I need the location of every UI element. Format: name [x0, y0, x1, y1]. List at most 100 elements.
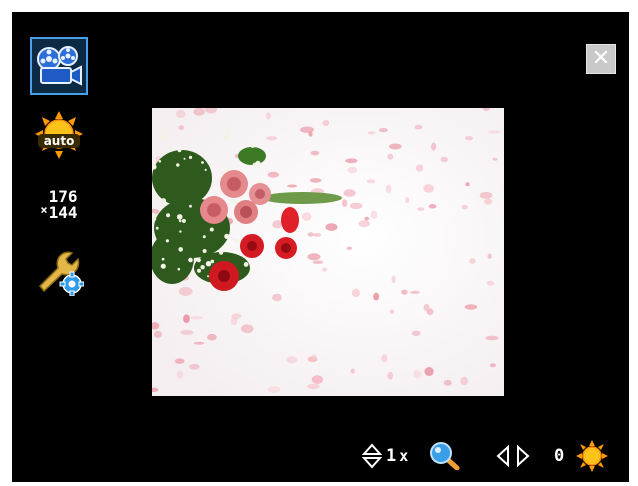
petal	[350, 368, 355, 374]
roses-and-petals-image	[152, 108, 504, 396]
babys-breath-flower	[202, 249, 207, 253]
resolution-icon: × 176 144	[40, 189, 77, 221]
petal	[417, 207, 425, 211]
babys-breath-flower	[166, 213, 171, 218]
petal	[464, 304, 478, 310]
petal	[207, 333, 217, 341]
petal	[307, 232, 314, 237]
petal	[311, 375, 324, 384]
petal	[286, 356, 298, 364]
video-mode-button[interactable]	[30, 37, 88, 95]
petal	[415, 164, 424, 172]
petal	[440, 156, 448, 163]
petal	[178, 125, 185, 131]
resolution-button[interactable]: × 176 144	[30, 176, 88, 234]
babys-breath-flower	[226, 128, 232, 134]
petal	[272, 293, 282, 302]
petal	[411, 330, 421, 337]
babys-breath-flower	[201, 149, 206, 154]
petal	[364, 216, 370, 221]
petal	[267, 171, 280, 178]
babys-breath-flower	[158, 160, 162, 163]
sun-auto-icon: auto	[35, 111, 83, 159]
petal	[461, 205, 468, 210]
petal	[387, 153, 394, 160]
white-balance-button[interactable]: auto	[30, 106, 88, 164]
petal	[485, 335, 499, 341]
sun-icon	[576, 440, 608, 472]
babys-breath-flower	[176, 163, 180, 167]
petal	[366, 179, 376, 184]
petal	[310, 150, 320, 156]
petal	[351, 288, 360, 298]
babys-breath-flower	[204, 168, 207, 171]
petal	[322, 120, 330, 126]
petal	[287, 184, 298, 188]
settings-button[interactable]	[30, 242, 88, 300]
petal	[492, 157, 498, 161]
camera-screen: auto × 176 144 ✕ 1 x 0	[12, 12, 629, 482]
petal	[347, 166, 358, 174]
previous-button[interactable]	[496, 442, 510, 470]
petal	[358, 220, 370, 228]
close-button[interactable]: ✕	[586, 44, 616, 74]
babys-breath-flower	[158, 126, 163, 131]
petal	[378, 127, 388, 133]
next-button[interactable]	[516, 442, 530, 470]
babys-breath-flower	[188, 257, 193, 263]
brightness-value: 0	[554, 446, 565, 466]
petal	[190, 316, 204, 320]
zoom-value: 1	[386, 446, 397, 466]
babys-breath-flower	[189, 204, 192, 208]
petal	[174, 358, 185, 364]
babys-breath-flower	[165, 239, 169, 243]
up-down-arrows-icon	[362, 443, 382, 469]
petal	[189, 363, 200, 370]
babys-breath-flower	[200, 265, 205, 270]
petal	[367, 131, 376, 135]
petal	[431, 142, 437, 151]
petal	[231, 313, 242, 319]
zoom-control[interactable]	[362, 442, 382, 470]
babys-breath-flower	[190, 138, 194, 143]
petal	[343, 189, 356, 197]
petal	[183, 314, 190, 323]
babys-breath-flower	[161, 135, 167, 140]
petal	[370, 210, 378, 219]
petal	[346, 246, 353, 250]
babys-breath-flower	[232, 238, 236, 241]
petal	[488, 130, 501, 134]
petal	[414, 124, 423, 130]
babys-breath-flower	[161, 257, 165, 261]
zoom-readout: 1 x	[386, 442, 408, 470]
babys-breath-flower	[176, 214, 183, 220]
petal	[307, 253, 321, 261]
petal	[487, 253, 492, 259]
babys-breath-flower	[178, 247, 183, 252]
magnifier-button[interactable]	[430, 442, 460, 470]
petal	[479, 191, 493, 199]
status-bar: 1 x 0	[362, 440, 622, 472]
petal	[410, 290, 420, 294]
babys-breath-flower	[252, 270, 255, 273]
petal	[302, 212, 312, 221]
petal	[387, 371, 394, 380]
petal	[489, 363, 496, 368]
babys-breath-flower	[223, 134, 229, 140]
babys-breath-flower	[207, 275, 209, 278]
babys-breath-flower	[234, 238, 239, 244]
petal	[307, 383, 320, 390]
babys-breath-flower	[153, 218, 157, 221]
babys-breath-flower	[206, 128, 210, 132]
petal	[176, 370, 184, 379]
petal	[423, 303, 430, 312]
babys-breath-flower	[183, 157, 186, 160]
petal	[423, 184, 434, 193]
petal	[178, 286, 193, 296]
brightness-button[interactable]	[576, 440, 608, 472]
brightness-readout: 0	[554, 442, 564, 470]
device-frame: auto × 176 144 ✕ 1 x 0	[0, 0, 638, 486]
petal	[266, 136, 278, 141]
babys-breath-flower	[197, 268, 201, 273]
babys-breath-flower	[153, 158, 157, 162]
